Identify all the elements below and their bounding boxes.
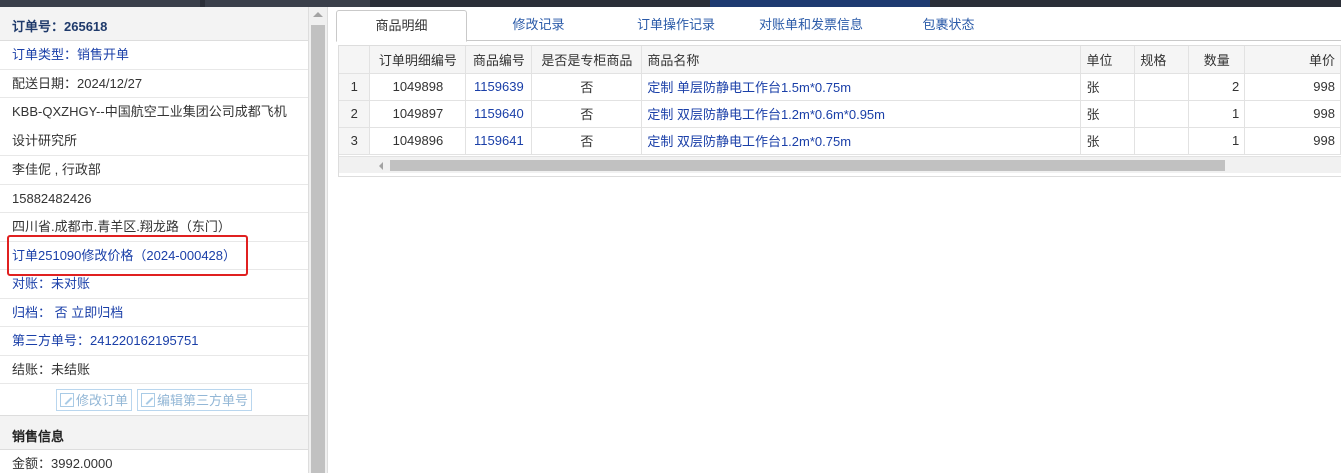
col-header-counter[interactable]: 是否是专柜商品 — [531, 46, 643, 74]
tab-bar: 商品明细 修改记录 订单操作记录 对账单和发票信息 包裹状态 — [336, 10, 1341, 42]
detail-id-cell: 1049897 — [369, 100, 467, 128]
customer-name-line1: KBB-QXZHGY--中国航空工业集团公司成都飞机 — [12, 104, 287, 119]
col-header-spec[interactable]: 规格 — [1134, 46, 1190, 74]
archive-status: 归档： 否 立即归档 — [0, 299, 308, 327]
order-type-value[interactable]: 销售开单 — [77, 47, 129, 62]
unit-cell: 张 — [1080, 127, 1136, 155]
detail-id-cell: 1049896 — [369, 127, 467, 155]
product-id-link[interactable]: 1159639 — [465, 73, 533, 101]
detail-area: 商品明细 修改记录 订单操作记录 对账单和发票信息 包裹状态 订单明细编号 商品… — [330, 7, 1341, 473]
scroll-left-arrow-icon[interactable] — [379, 162, 383, 170]
action-buttons: 修改订单 编辑第三方单号 — [0, 384, 308, 416]
sales-amount: 金额：3992.0000 — [0, 450, 308, 473]
customer-name-line2: 设计研究所 — [12, 132, 78, 148]
archive-value: 否 — [54, 304, 68, 320]
spec-cell — [1134, 127, 1190, 155]
row-index: 3 — [339, 127, 371, 155]
archive-now-link[interactable]: 立即归档 — [71, 305, 123, 320]
price-cell: 998 — [1244, 100, 1341, 128]
spec-cell — [1134, 100, 1190, 128]
qty-cell: 1 — [1188, 127, 1246, 155]
tab-product-details[interactable]: 商品明细 — [336, 10, 467, 42]
modify-order-button[interactable]: 修改订单 — [55, 388, 132, 411]
order-number: 订单号：265618 — [0, 7, 308, 41]
reconcile-label: 对账： — [12, 276, 52, 291]
left-panel-scrollbar[interactable] — [309, 7, 328, 473]
tab-order-operation-records[interactable]: 订单操作记录 — [621, 10, 731, 41]
tab-package-status[interactable]: 包裹状态 — [906, 10, 991, 41]
row-index: 1 — [339, 73, 371, 101]
horizontal-scroll-thumb[interactable] — [390, 160, 1225, 171]
order-type-row: 订单类型：销售开单 — [0, 41, 308, 70]
archive-label: 归档： — [12, 304, 52, 320]
row-index: 2 — [339, 100, 371, 128]
counter-cell: 否 — [531, 127, 643, 155]
delivery-date: 配送日期：2024/12/27 — [0, 70, 308, 98]
edit-icon — [59, 392, 74, 407]
scroll-up-arrow-icon[interactable] — [313, 12, 323, 17]
col-header-unit[interactable]: 单位 — [1080, 46, 1136, 74]
qty-cell: 2 — [1188, 73, 1246, 101]
modify-order-label: 修改订单 — [75, 393, 128, 408]
col-header-name[interactable]: 商品名称 — [641, 46, 1082, 74]
qty-cell: 1 — [1188, 100, 1246, 128]
tab-modify-records[interactable]: 修改记录 — [496, 10, 581, 41]
settle-status: 结账：未结账 — [0, 356, 308, 384]
col-header-index — [339, 46, 371, 74]
col-header-detail-id[interactable]: 订单明细编号 — [369, 46, 467, 74]
reconcile-value[interactable]: 未对账 — [51, 276, 90, 291]
unit-cell: 张 — [1080, 73, 1136, 101]
unit-cell: 张 — [1080, 100, 1136, 128]
edit-third-party-label: 编辑第三方单号 — [157, 393, 249, 408]
detail-id-cell: 1049898 — [369, 73, 467, 101]
table-header-row: 订单明细编号 商品编号 是否是专柜商品 商品名称 单位 规格 数量 单价 — [339, 46, 1341, 74]
spec-cell — [1134, 73, 1190, 101]
phone-number: 15882482426 — [0, 185, 308, 213]
product-table: 订单明细编号 商品编号 是否是专柜商品 商品名称 单位 规格 数量 单价 1 1… — [339, 46, 1341, 155]
table-row[interactable]: 3 1049896 1159641 否 定制 双层防静电工作台1.2m*0.75… — [339, 127, 1341, 155]
contact-person: 李佳伲 , 行政部 — [0, 156, 308, 185]
third-party-label: 第三方单号： — [12, 333, 91, 348]
tab-statement-invoice[interactable]: 对账单和发票信息 — [741, 10, 881, 41]
counter-cell: 否 — [531, 100, 643, 128]
product-detail-grid: 订单明细编号 商品编号 是否是专柜商品 商品名称 单位 规格 数量 单价 1 1… — [338, 45, 1341, 177]
highlight-box — [7, 235, 248, 276]
scroll-thumb[interactable] — [311, 25, 325, 473]
top-bar — [0, 0, 1341, 7]
product-name-link[interactable]: 定制 双层防静电工作台1.2m*0.6m*0.95m — [641, 100, 1082, 128]
table-row[interactable]: 1 1049898 1159639 否 定制 单层防静电工作台1.5m*0.75… — [339, 73, 1341, 101]
third-party-number: 第三方单号：241220162195751 — [0, 327, 308, 356]
product-name-link[interactable]: 定制 双层防静电工作台1.2m*0.75m — [641, 127, 1082, 155]
third-party-value[interactable]: 241220162195751 — [90, 333, 198, 348]
product-name-link[interactable]: 定制 单层防静电工作台1.5m*0.75m — [641, 73, 1082, 101]
edit-icon — [141, 392, 155, 407]
col-header-price[interactable]: 单价 — [1244, 46, 1341, 74]
price-cell: 998 — [1244, 127, 1341, 155]
order-type-label: 订单类型： — [12, 47, 78, 62]
grid-horizontal-scrollbar[interactable] — [339, 156, 1341, 173]
counter-cell: 否 — [531, 73, 643, 101]
price-cell: 998 — [1244, 73, 1341, 101]
product-id-link[interactable]: 1159640 — [465, 100, 533, 128]
table-row[interactable]: 2 1049897 1159640 否 定制 双层防静电工作台1.2m*0.6m… — [339, 100, 1341, 128]
col-header-product-id[interactable]: 商品编号 — [465, 46, 533, 74]
col-header-qty[interactable]: 数量 — [1188, 46, 1246, 74]
edit-third-party-button[interactable]: 编辑第三方单号 — [137, 388, 253, 411]
product-id-link[interactable]: 1159641 — [465, 127, 533, 155]
sales-info-header: 销售信息 — [0, 416, 308, 450]
customer-name: KBB-QXZHGY--中国航空工业集团公司成都飞机 设计研究所 — [0, 98, 308, 156]
